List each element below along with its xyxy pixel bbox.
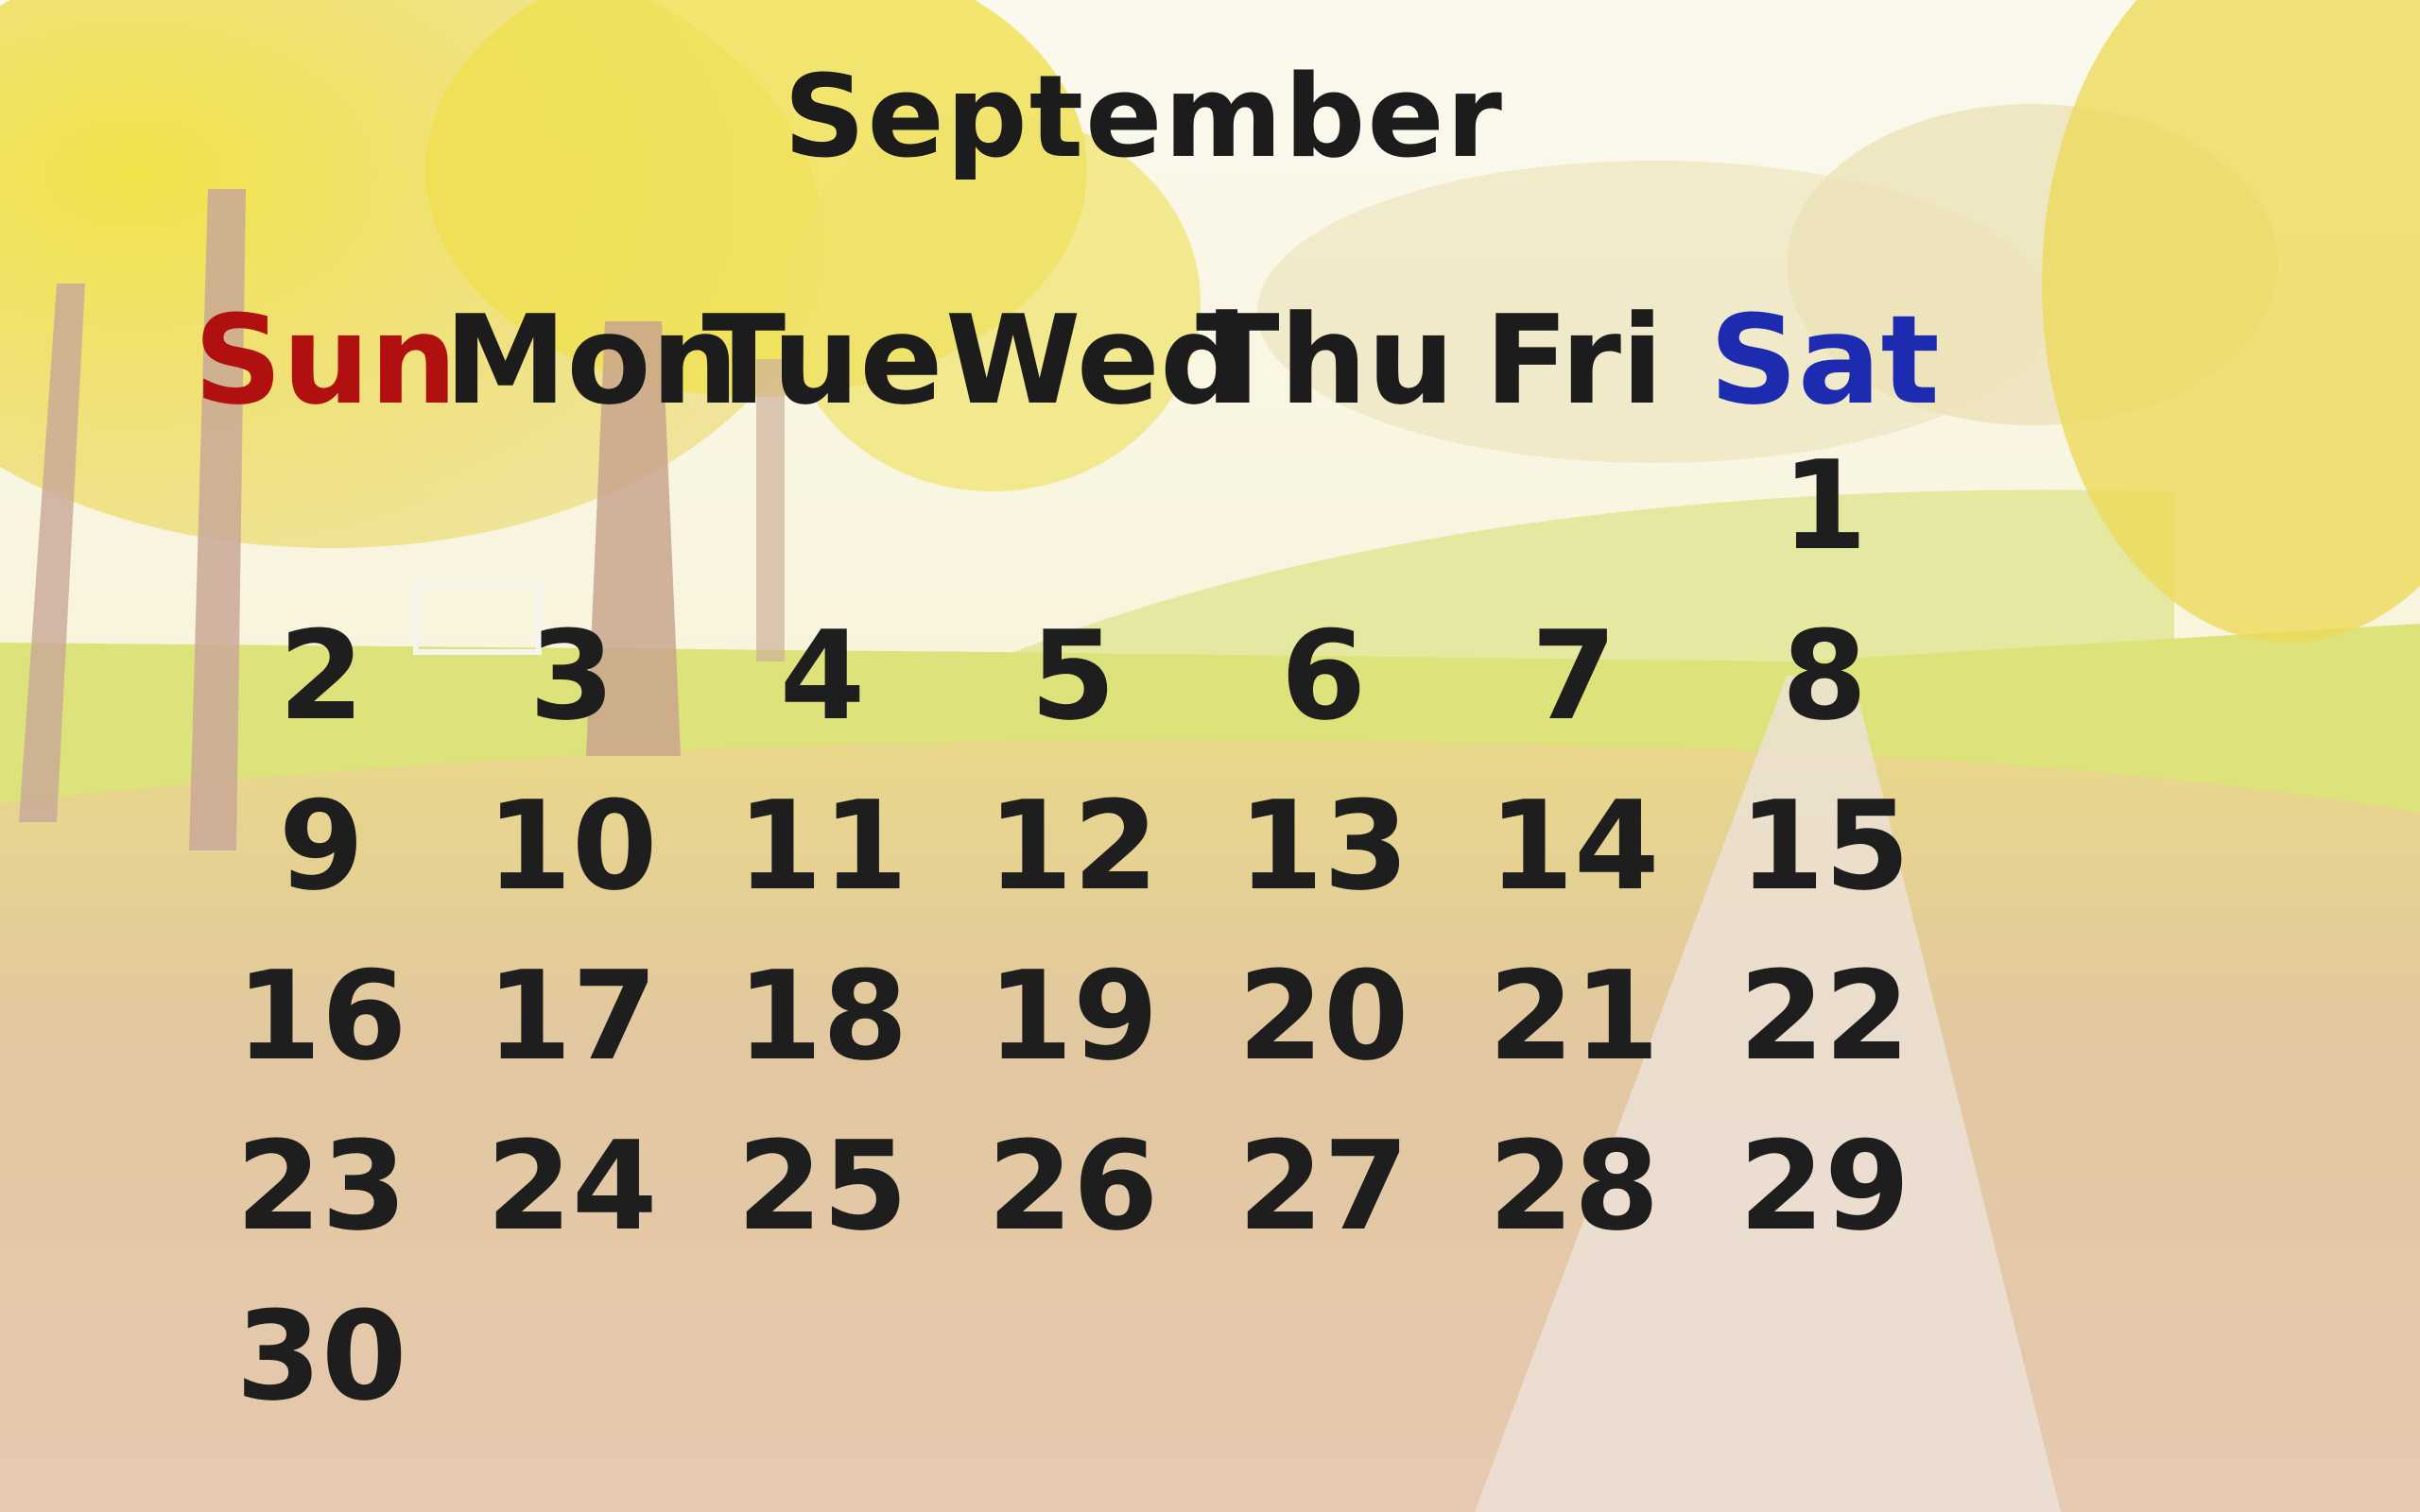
day-cell: 1 [1781, 434, 1868, 577]
day-cell: 22 [1738, 944, 1910, 1088]
day-cell: 24 [486, 1114, 658, 1258]
day-cell: 26 [987, 1114, 1159, 1258]
day-cell: 5 [1029, 604, 1116, 747]
weekday-thu: Thu [1196, 288, 1455, 432]
day-cell: 25 [736, 1114, 908, 1258]
day-cell: 11 [736, 774, 908, 918]
day-cell: 10 [486, 774, 658, 918]
day-cell: 20 [1237, 944, 1409, 1088]
day-cell: 23 [235, 1114, 407, 1258]
day-cell: 21 [1488, 944, 1660, 1088]
day-cell: 4 [779, 604, 866, 747]
day-cell: 19 [987, 944, 1159, 1088]
day-cell: 12 [987, 774, 1159, 918]
day-cell: 17 [486, 944, 658, 1088]
weekday-wed: Wed [945, 288, 1248, 432]
day-cell: 3 [528, 604, 615, 747]
day-cell: 14 [1488, 774, 1660, 918]
weekday-sat: Sat [1709, 288, 1940, 432]
day-cell: 16 [235, 944, 407, 1088]
day-cell: 9 [278, 774, 365, 918]
day-cell: 29 [1738, 1114, 1910, 1258]
day-cell: 8 [1781, 604, 1868, 747]
weekday-mon: Mon [444, 288, 739, 432]
weekday-fri: Fri [1484, 288, 1664, 432]
month-title: September [784, 52, 1504, 183]
day-cell: 7 [1530, 604, 1617, 747]
day-cell: 27 [1237, 1114, 1409, 1258]
day-cell: 15 [1738, 774, 1910, 918]
day-cell: 28 [1488, 1114, 1660, 1258]
day-cell: 13 [1237, 774, 1409, 918]
day-cell: 18 [736, 944, 908, 1088]
day-cell: 30 [235, 1284, 407, 1428]
weekday-sun: Sun [194, 288, 458, 432]
day-cell: 2 [278, 604, 365, 747]
weekday-tue: Tue [701, 288, 943, 432]
day-cell: 6 [1280, 604, 1367, 747]
